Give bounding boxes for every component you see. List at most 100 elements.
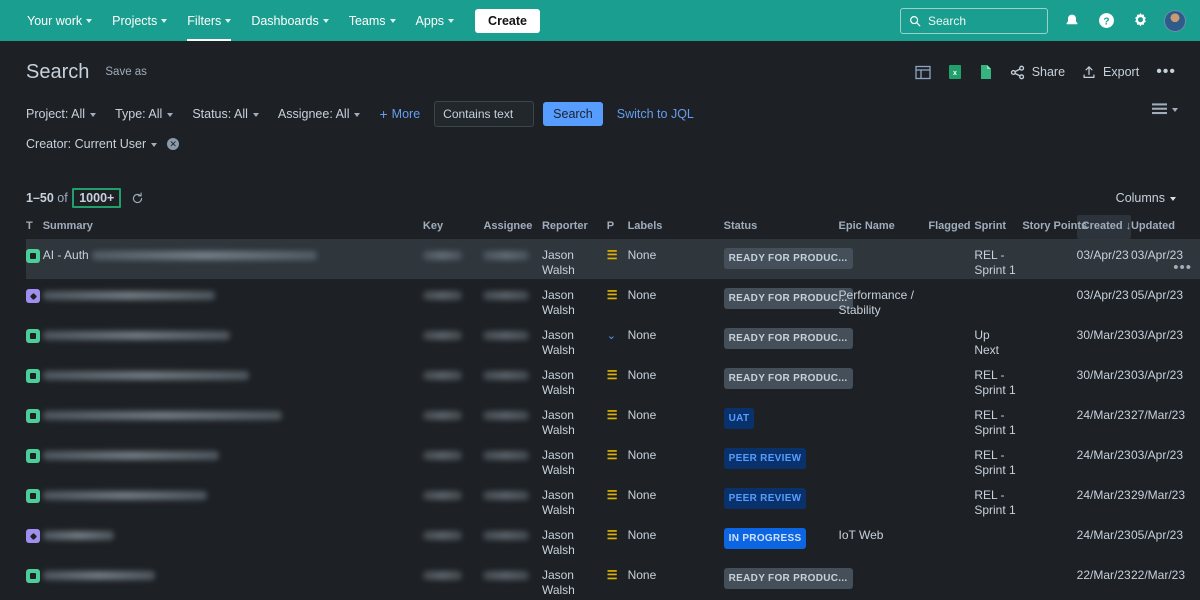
nav-item-apps[interactable]: Apps [407,0,464,41]
settings-gear-icon[interactable] [1130,11,1150,31]
status-badge: READY FOR PRODUC... [723,368,853,389]
column-header-sprint[interactable]: Sprint [974,215,1022,239]
filter-chip-creator[interactable]: Creator: Current User ✕ [26,133,180,155]
column-header-label: Flagged [928,220,971,232]
chevron-down-icon [86,19,93,23]
save-as-link[interactable]: Save as [105,66,147,78]
cell-flagged [928,439,974,479]
priority-medium-icon: ☰ [606,288,618,302]
export-doc-icon[interactable] [979,64,993,80]
cell-updated: 03/Apr/23 [1131,319,1200,359]
table-header-row: T Summary Key Assignee Reporter P Labels… [26,215,1200,239]
detail-view-icon[interactable] [915,65,931,80]
filter-chip-assignee[interactable]: Assignee: All [278,103,370,125]
cell-summary[interactable] [42,319,423,359]
column-header-reporter[interactable]: Reporter [542,215,607,239]
user-avatar[interactable] [1164,9,1186,32]
cell-summary[interactable] [42,559,423,599]
cell-key[interactable] [422,479,484,519]
cell-key[interactable] [422,279,484,319]
view-options-button[interactable] [1152,103,1178,115]
columns-button[interactable]: Columns [1116,191,1176,205]
column-header-status[interactable]: Status [724,215,839,239]
switch-to-jql-link[interactable]: Switch to JQL [617,107,694,121]
cell-key[interactable] [422,239,484,279]
cell-summary[interactable] [42,399,423,439]
cell-reporter: Jason Walsh [541,408,575,437]
more-filters-button[interactable]: + More [379,107,420,121]
more-actions-button[interactable]: ••• [1156,64,1176,80]
nav-item-label: Your work [27,13,83,28]
more-filters-label: More [391,107,421,121]
column-header-story-points[interactable]: Story Points [1022,215,1087,239]
cell-priority: ☰ [607,399,628,439]
filter-chip-type[interactable]: Type: All [115,103,182,125]
column-header-p[interactable]: P [607,215,628,239]
cell-key[interactable] [422,359,484,399]
cell-summary[interactable]: AI - Auth [43,239,423,279]
table-row[interactable]: Jason Walsh ☰ None PEER REVIEW REL - Spr… [26,479,1200,519]
table-row[interactable]: AI - Auth Jason Walsh ☰ None READY FOR P… [26,239,1200,279]
export-excel-icon[interactable]: x [948,64,962,80]
nav-item-dashboards[interactable]: Dashboards [242,0,337,41]
cell-summary[interactable] [42,359,423,399]
help-icon[interactable]: ? [1096,11,1116,31]
table-row[interactable]: Jason Walsh ☰ None READY FOR PRODUC... 2… [26,559,1200,599]
table-row[interactable]: Jason Walsh ☰ None READY FOR PRODUC... P… [26,279,1200,319]
column-header-updated[interactable]: Updated [1131,215,1200,239]
notifications-icon[interactable] [1062,11,1082,31]
row-actions-menu[interactable]: ••• [1173,260,1192,275]
cell-labels: None [627,568,657,582]
cell-key[interactable] [422,439,484,479]
cell-key[interactable] [422,319,484,359]
table-row[interactable]: Jason Walsh ☰ None READY FOR PRODUC... R… [26,359,1200,399]
column-header-labels[interactable]: Labels [628,215,724,239]
filter-chip-status[interactable]: Status: All [192,103,268,125]
status-badge: READY FOR PRODUC... [723,288,853,309]
search-button[interactable]: Search [543,102,603,126]
cell-summary[interactable] [42,279,423,319]
column-header-summary[interactable]: Summary [43,215,423,239]
column-header-label: Summary [42,220,93,232]
cell-type [26,439,43,479]
nav-item-projects[interactable]: Projects [103,0,176,41]
issue-type-story-icon [26,369,40,383]
cell-assignee [483,279,541,319]
contains-text-input[interactable] [434,101,535,127]
cell-assignee [483,239,541,279]
nav-item-filters[interactable]: Filters [178,0,240,41]
export-button[interactable]: Export [1082,65,1139,80]
share-button[interactable]: Share [1010,65,1065,80]
table-row[interactable]: Jason Walsh ☰ None PEER REVIEW REL - Spr… [26,439,1200,479]
redacted-summary [42,451,219,461]
table-row[interactable]: Jason Walsh ⌄ None READY FOR PRODUC... U… [26,319,1200,359]
cell-key[interactable] [422,399,484,439]
cell-summary[interactable] [42,479,423,519]
column-header-key[interactable]: Key [423,215,484,239]
top-navigation-bar: Your work Projects Filters Dashboards Te… [0,0,1200,41]
cell-summary[interactable] [42,519,423,559]
cell-reporter: Jason Walsh [541,328,575,357]
filter-chip-project[interactable]: Project: All [26,103,105,125]
refresh-icon[interactable] [131,191,144,205]
cell-assignee [483,439,541,479]
clear-creator-filter-icon[interactable]: ✕ [167,138,180,150]
column-header-flagged[interactable]: Flagged [928,215,974,239]
redacted-assignee [483,451,529,461]
global-search-input[interactable]: Search [900,7,1048,34]
updated-date: 27/Mar/23 [1130,408,1185,422]
column-header-epic-name[interactable]: Epic Name [839,215,929,239]
cell-key[interactable] [422,519,484,559]
column-header-t[interactable]: T [26,215,43,239]
table-row[interactable]: Jason Walsh ☰ None IN PROGRESS IoT Web 2… [26,519,1200,559]
table-row[interactable]: Jason Walsh ☰ None UAT REL - Sprint 1 24… [26,399,1200,439]
nav-item-teams[interactable]: Teams [340,0,405,41]
cell-summary[interactable] [42,439,423,479]
create-button[interactable]: Create [475,8,540,33]
cell-sprint: REL - Sprint 1 [974,248,1016,277]
redacted-assignee [483,331,529,341]
cell-key[interactable] [422,559,484,599]
column-header-assignee[interactable]: Assignee [483,215,541,239]
nav-item-your-work[interactable]: Your work [18,0,101,41]
column-header-created[interactable]: Created ↓ [1076,215,1131,239]
